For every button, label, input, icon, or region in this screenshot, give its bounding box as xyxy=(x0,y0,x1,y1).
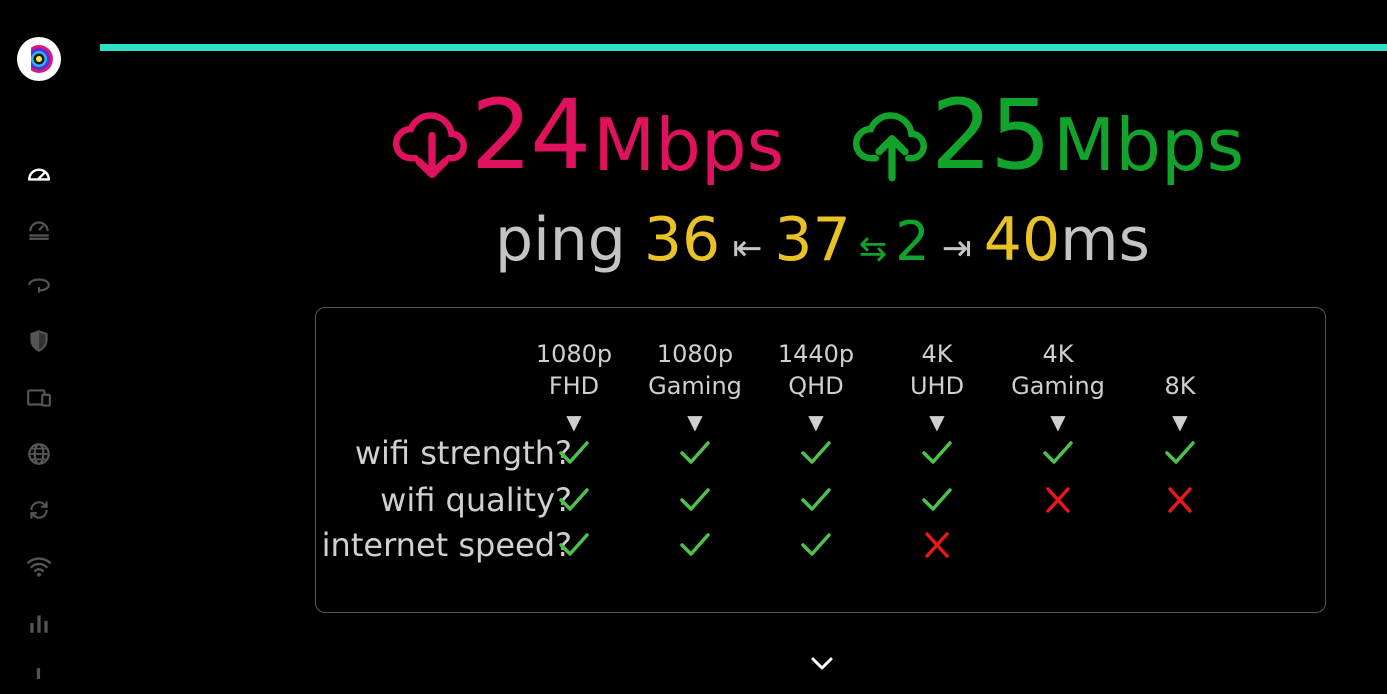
speed-history-icon xyxy=(29,221,49,240)
sync-icon xyxy=(30,501,48,519)
ping-avg: 37 xyxy=(774,205,851,275)
ping-jitter: 2 xyxy=(895,210,930,273)
check-icon xyxy=(514,433,634,473)
sidebar-item-security[interactable] xyxy=(24,326,54,356)
column-header-line2: QHD xyxy=(788,372,844,400)
check-icon xyxy=(635,480,755,520)
column-header: 1440p QHD ▼ xyxy=(756,338,876,442)
check-icon xyxy=(514,525,634,565)
check-icon xyxy=(756,433,876,473)
column-header-line1 xyxy=(1120,338,1240,370)
column-header: 8K ▼ xyxy=(1120,338,1240,442)
column-header: 4K Gaming ▼ xyxy=(998,338,1118,442)
column-header: 1080p Gaming ▼ xyxy=(635,338,755,442)
check-icon xyxy=(635,433,755,473)
download-result: 24 Mbps xyxy=(393,80,784,190)
sidebar-item-vpn[interactable] xyxy=(24,270,54,300)
column-header-line1: 4K xyxy=(921,340,953,368)
quality-table: 1080p FHD ▼ 1080p Gaming ▼ 1440p QHD ▼ 4K UHD ▼ 4K Ga… xyxy=(315,307,1326,613)
globe-icon xyxy=(28,443,50,465)
check-icon xyxy=(514,480,634,520)
check-icon xyxy=(877,480,997,520)
column-header-line2: FHD xyxy=(548,372,600,400)
test-progress-fill xyxy=(100,44,1387,51)
bar-chart-icon xyxy=(30,615,48,633)
column-header-line1: 1080p xyxy=(535,340,613,368)
sidebar-item-more[interactable] xyxy=(24,664,54,694)
column-header-line1: 4K xyxy=(1042,340,1074,368)
ping-unit: ms xyxy=(1060,205,1150,275)
sidebar-item-wifi[interactable] xyxy=(24,551,54,581)
partial-icon xyxy=(36,668,41,679)
check-icon xyxy=(635,525,755,565)
app-logo[interactable] xyxy=(17,37,61,81)
upload-unit: Mbps xyxy=(1053,103,1245,187)
cross-icon xyxy=(1120,480,1240,520)
devices-icon xyxy=(27,389,51,407)
download-unit: Mbps xyxy=(593,103,785,187)
upload-result: 25 Mbps xyxy=(853,80,1244,190)
right-tab-arrow-icon: ⇥ xyxy=(941,228,972,269)
column-header-line2: Gaming xyxy=(648,372,742,400)
sidebar-item-devices[interactable] xyxy=(24,383,54,413)
cloud-upload-icon xyxy=(853,112,927,182)
check-icon xyxy=(998,433,1118,473)
column-header-line1: 1080p xyxy=(656,340,734,368)
wifi-icon xyxy=(26,557,52,577)
cross-icon xyxy=(998,480,1118,520)
column-header: 1080p FHD ▼ xyxy=(514,338,634,442)
speedometer-icon xyxy=(28,168,50,181)
sidebar-item-sync[interactable] xyxy=(24,495,54,525)
ping-label: ping xyxy=(495,205,626,275)
download-value: 24 xyxy=(471,79,591,191)
left-tab-arrow-icon: ⇤ xyxy=(732,228,763,269)
logo-icon xyxy=(25,45,53,73)
ping-max: 40 xyxy=(983,205,1061,275)
column-header-line2: Gaming xyxy=(1011,372,1105,400)
check-icon xyxy=(877,433,997,473)
cross-icon xyxy=(877,525,997,565)
column-header: 4K UHD ▼ xyxy=(877,338,997,442)
column-header-line2: UHD xyxy=(909,372,965,400)
check-icon xyxy=(1120,433,1240,473)
column-header-line2: 8K xyxy=(1164,372,1196,400)
sidebar-item-stats[interactable] xyxy=(24,608,54,638)
column-header-line1: 1440p xyxy=(777,340,855,368)
test-progress-bar xyxy=(100,44,1387,51)
sidebar-item-speedtest[interactable] xyxy=(24,159,54,189)
ping-result: ping 36 ⇤ 37 ⇆ 2 ⇥ 40 ms xyxy=(495,205,1150,277)
sidebar-item-global[interactable] xyxy=(24,439,54,469)
cloud-download-icon xyxy=(393,112,467,179)
chevron-down-icon[interactable] xyxy=(808,654,836,674)
check-icon xyxy=(756,525,876,565)
ping-min: 36 xyxy=(643,205,721,275)
check-icon xyxy=(756,480,876,520)
vpn-icon xyxy=(28,278,50,293)
shield-icon xyxy=(30,330,48,352)
speed-results: 24 Mbps 25 Mbps xyxy=(393,80,1263,190)
sidebar-item-history[interactable] xyxy=(24,214,54,244)
upload-value: 25 xyxy=(931,79,1051,191)
jitter-arrows-icon: ⇆ xyxy=(858,229,888,269)
